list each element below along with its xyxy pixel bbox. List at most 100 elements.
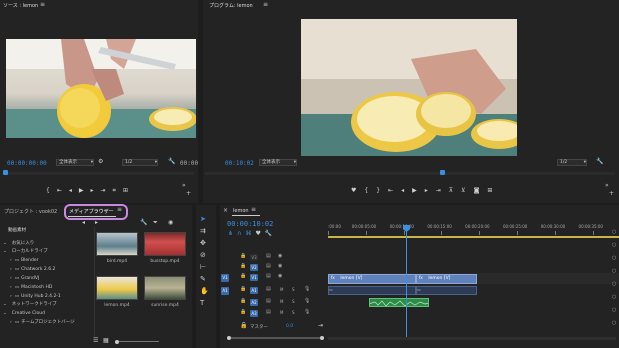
expand-arrow-icon[interactable]: ›	[10, 294, 12, 299]
time-ruler[interactable]: :00:00 00:00:05:00 00:00:10:00 00:00:15:00 0…	[328, 224, 619, 236]
track-target-button[interactable]: V2	[250, 264, 258, 271]
tree-item[interactable]: ⌄ Creative Cloud	[3, 310, 45, 317]
zoom-slider[interactable]	[119, 341, 159, 342]
go-to-in-icon[interactable]: ⇤	[57, 187, 69, 194]
tree-item[interactable]: › ▭ Chatwork 2.6.2	[10, 266, 55, 273]
track-source-toggle[interactable]	[221, 264, 229, 272]
track-source-toggle[interactable]: V1	[221, 274, 229, 282]
video-clip-2[interactable]: fx lemon [V]	[416, 274, 477, 284]
settings-wrench-icon[interactable]: 🔧	[265, 230, 276, 237]
sync-lock-icon[interactable]: ▤	[266, 273, 271, 279]
mic-icon[interactable]: 🎙	[304, 309, 310, 315]
mic-icon[interactable]: 🎙	[304, 286, 310, 292]
expand-arrow-icon[interactable]: ⌄	[3, 241, 7, 246]
source-timecode[interactable]: 00:00:00:00	[7, 160, 47, 167]
razor-icon[interactable]: ⊘	[200, 249, 212, 261]
track-source-toggle[interactable]	[221, 310, 229, 318]
expand-arrow-icon[interactable]: ›	[10, 285, 12, 290]
master-lock-icon[interactable]: 🔒	[240, 322, 247, 330]
expand-arrow-icon[interactable]: ›	[10, 276, 12, 281]
mute-button[interactable]: M	[280, 299, 283, 304]
track-source-toggle[interactable]: A1	[221, 287, 229, 295]
expand-arrow-icon[interactable]: ⌄	[3, 302, 7, 307]
track-target-button[interactable]: V1	[250, 274, 258, 281]
more-icon[interactable]: »	[182, 182, 186, 190]
lift-icon[interactable]: ⊼	[449, 187, 461, 194]
mark-out-icon[interactable]: }	[376, 187, 388, 194]
panel-menu-icon[interactable]: ≡	[251, 206, 256, 214]
tree-item[interactable]: ⌄ お気に入り	[3, 240, 34, 247]
tree-item[interactable]: ⌄ ローカルドライブ	[3, 248, 48, 255]
program-resolution-select[interactable]: 1/2 ▾	[557, 159, 587, 166]
audio-clip-a2[interactable]	[369, 298, 429, 307]
eye-icon[interactable]: ◉	[278, 263, 282, 269]
tree-item[interactable]: › ▭ GrandVJ	[10, 275, 39, 282]
source-scrub-bar[interactable]	[4, 172, 194, 175]
track-source-toggle[interactable]	[221, 299, 229, 307]
expand-arrow-icon[interactable]: ⌄	[3, 249, 7, 254]
media-thumbnail[interactable]	[96, 232, 138, 256]
camera-icon[interactable]: ◙	[474, 187, 488, 194]
tree-divider[interactable]	[94, 227, 95, 337]
lock-track-icon[interactable]: 🔒	[240, 263, 246, 269]
tree-item[interactable]: › ▭ Macintosh HD	[10, 284, 52, 291]
tree-item[interactable]: › ▭ Blender	[10, 257, 39, 264]
tree-item[interactable]: 動画素材	[3, 227, 26, 234]
source-fit-select[interactable]: 全体表示 ▾	[56, 159, 94, 166]
compare-icon[interactable]: ⊞	[487, 187, 500, 194]
video-clip-1[interactable]: fx lemon [V]	[328, 274, 416, 284]
sequence-tab[interactable]: lemon	[233, 208, 249, 214]
insert-icon[interactable]: ⌗	[113, 187, 123, 194]
expand-arrow-icon[interactable]: ›	[10, 258, 12, 263]
step-forward-icon[interactable]: ▸	[425, 187, 436, 194]
sync-lock-icon[interactable]: ▤	[266, 263, 271, 269]
expand-arrow-icon[interactable]: ›	[10, 267, 12, 272]
add-marker-icon[interactable]: ♥	[255, 230, 264, 237]
forward-icon[interactable]: ▸	[95, 219, 98, 227]
program-timecode[interactable]: 00:10:02	[225, 160, 254, 167]
panel-menu-icon[interactable]: ≡	[263, 1, 268, 9]
track-target-button[interactable]: A1	[250, 287, 258, 294]
type-tool-icon[interactable]: T	[200, 297, 212, 309]
mark-in-icon[interactable]: {	[364, 187, 376, 194]
audio-clip-empty-2[interactable]: ▭	[416, 286, 477, 295]
grid-view-icon[interactable]: ▦	[103, 337, 109, 345]
selection-tool-icon[interactable]: ➤	[200, 213, 212, 225]
track-source-toggle[interactable]	[221, 254, 229, 262]
track-select-icon[interactable]: ⇉	[200, 225, 212, 237]
hand-tool-icon[interactable]: ✋	[200, 285, 212, 297]
sync-lock-icon[interactable]: ▤	[266, 253, 271, 259]
tree-item[interactable]: › ▭ チームプロジェクトバージ	[10, 319, 75, 326]
source-playhead-icon[interactable]	[3, 170, 8, 175]
solo-button[interactable]: S	[292, 299, 295, 304]
go-to-out-icon[interactable]: ⇥	[436, 187, 449, 194]
zoom-scroll-bar[interactable]	[231, 337, 320, 339]
snap-icon[interactable]: ⋔	[228, 230, 237, 237]
overwrite-icon[interactable]: ⊞	[123, 187, 135, 194]
add-button-icon[interactable]: +	[609, 190, 614, 198]
solo-button[interactable]: S	[292, 310, 295, 315]
settings-icon[interactable]: ⚙	[98, 158, 103, 166]
sync-lock-icon[interactable]: ▤	[266, 298, 271, 304]
tree-item[interactable]: ⌄ ネットワークドライブ	[3, 301, 57, 308]
expand-arrow-icon[interactable]: ›	[10, 320, 12, 325]
go-to-in-icon[interactable]: ⇤	[388, 187, 401, 194]
tab-project[interactable]: プロジェクト : vook02	[4, 208, 57, 215]
program-monitor-title[interactable]: プログラム: lemon	[209, 2, 253, 9]
source-monitor-title[interactable]: ソース : lemon	[3, 2, 38, 9]
program-scrub-bar[interactable]	[205, 172, 615, 175]
nest-icon[interactable]: ⌘	[245, 230, 255, 237]
program-fit-select[interactable]: 全体表示 ▾	[259, 159, 297, 166]
extract-icon[interactable]: ⊻	[461, 187, 473, 194]
play-icon[interactable]: ▶	[412, 187, 425, 194]
timeline-scrollbar[interactable]	[328, 337, 616, 340]
solo-button[interactable]: S	[292, 287, 295, 292]
view-icon[interactable]: ◉	[168, 219, 173, 227]
marker-icon[interactable]: ♥	[351, 187, 364, 194]
work-area-bar[interactable]	[328, 236, 619, 238]
timeline-timecode[interactable]: 00:00:10:02	[227, 220, 273, 228]
slip-tool-icon[interactable]: ⊢	[200, 261, 212, 273]
pen-tool-icon[interactable]: ✎	[200, 273, 212, 285]
eye-icon[interactable]: ◉	[278, 273, 282, 279]
lock-track-icon[interactable]: 🔒	[240, 309, 246, 315]
